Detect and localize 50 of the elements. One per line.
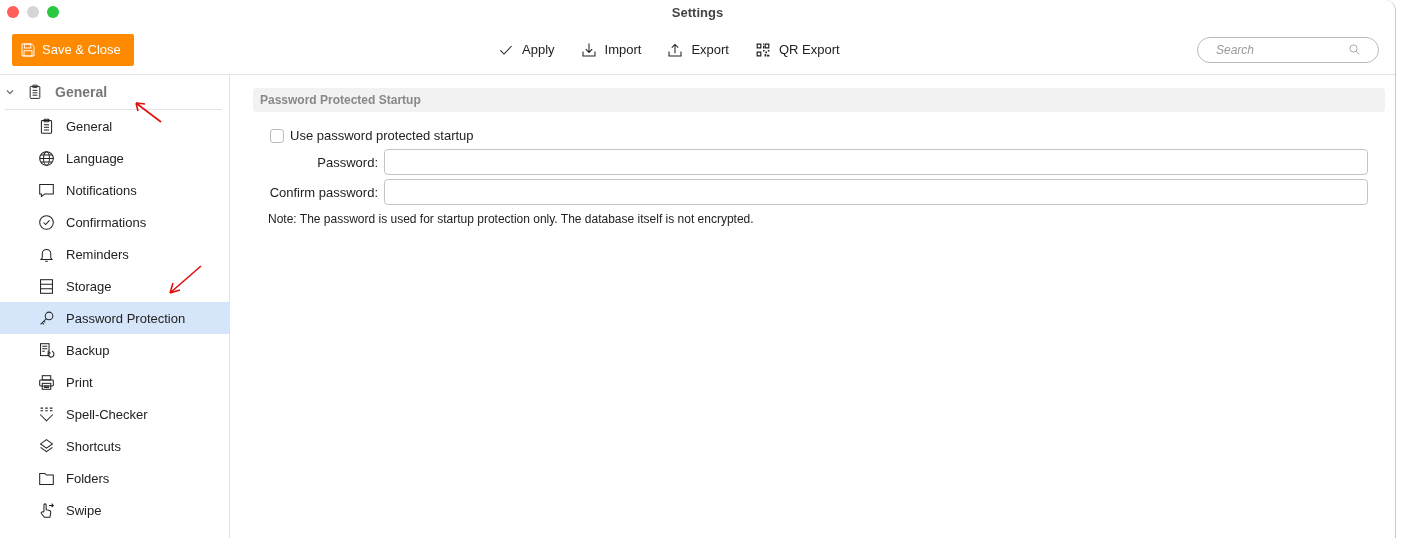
globe-icon	[38, 149, 55, 167]
layers-icon	[38, 437, 55, 455]
key-icon	[38, 309, 55, 327]
sidebar-item[interactable]: Folders	[0, 462, 229, 494]
search-field[interactable]: Search	[1197, 36, 1379, 63]
close-window-button[interactable]	[7, 6, 19, 18]
clipboard-icon	[27, 84, 43, 100]
checkbox[interactable]	[270, 128, 284, 143]
checkbox-label: Use password protected startup	[290, 128, 474, 143]
window-title: Settings	[671, 5, 724, 20]
hand-pointer-icon	[38, 501, 55, 519]
note-text: Note: The password is used for startup protection only. The database itself is not encrypted.	[268, 212, 755, 226]
section-header: Password Protected Startup	[253, 88, 1385, 112]
upload-icon	[667, 41, 684, 58]
speech-bubble-icon	[38, 181, 55, 199]
clipboard-icon	[38, 117, 55, 135]
sidebar-item[interactable]: Spell-Checker	[0, 398, 229, 430]
sidebar-item[interactable]: Print	[0, 366, 229, 398]
search-icon	[1348, 42, 1361, 56]
minimize-window-button[interactable]	[27, 6, 39, 18]
sidebar-item[interactable]: Backup	[0, 334, 229, 366]
printer-icon	[38, 373, 55, 391]
sidebar-item[interactable]: Confirmations	[0, 206, 229, 238]
password-field[interactable]	[384, 179, 1368, 205]
storage-icon	[38, 277, 55, 295]
sidebar-group-header[interactable]: General	[5, 75, 222, 110]
export-button[interactable]: Export	[667, 41, 729, 58]
download-icon	[580, 41, 597, 58]
restore-list-icon	[38, 341, 55, 359]
sidebar-item[interactable]: Language	[0, 142, 229, 174]
sidebar-item[interactable]: Swipe	[0, 494, 229, 526]
import-button[interactable]: Import	[580, 41, 642, 58]
zoom-window-button[interactable]	[47, 6, 59, 18]
qr-code-icon	[754, 41, 771, 58]
annotation-arrow	[167, 264, 203, 296]
field-label: Confirm password:	[268, 184, 378, 200]
sidebar-item[interactable]: Storage	[0, 270, 229, 302]
sidebar-item[interactable]: Password Protection	[0, 302, 229, 334]
password-field[interactable]	[384, 149, 1368, 175]
check-circle-icon	[38, 213, 55, 231]
annotation-arrow	[133, 100, 163, 124]
field-label: Password:	[316, 154, 378, 170]
check-mark-icon	[38, 405, 55, 423]
apply-button[interactable]: Apply	[498, 41, 555, 58]
sidebar-item[interactable]: General	[0, 110, 229, 142]
qr-export-button[interactable]: QR Export	[754, 41, 840, 58]
group-label: General	[55, 84, 108, 100]
sidebar-item[interactable]: Reminders	[0, 238, 229, 270]
sidebar-item[interactable]: Notifications	[0, 174, 229, 206]
sidebar-item[interactable]: Shortcuts	[0, 430, 229, 462]
